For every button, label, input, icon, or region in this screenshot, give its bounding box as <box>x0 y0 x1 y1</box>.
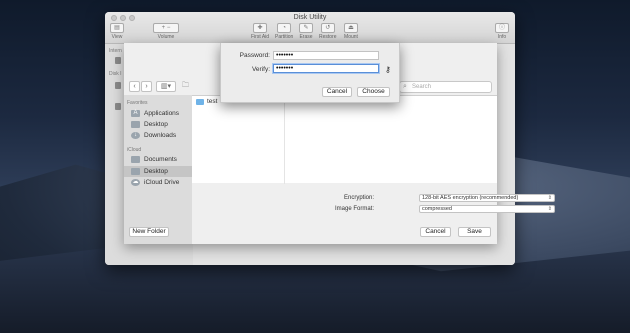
first-aid-button[interactable]: ✚ First Aid <box>251 23 269 40</box>
chevron-updown-icon: ⇕ <box>547 206 552 212</box>
sidebar-item-label: Desktop <box>144 121 168 128</box>
documents-icon <box>131 156 140 163</box>
encryption-value: 128-bit AES encryption (recommended) <box>422 195 519 201</box>
sidebar-item-applications[interactable]: A Applications <box>124 108 192 119</box>
icloud-header: iCloud <box>127 147 142 153</box>
restore-icon: ↺ <box>320 23 335 33</box>
downloads-icon: ↓ <box>131 132 140 139</box>
sidebar-item-label: Downloads <box>144 132 177 139</box>
restore-button[interactable]: ↺ Restore <box>319 23 337 40</box>
info-icon: ⓘ <box>495 23 509 33</box>
sidebar-item-documents[interactable]: Documents <box>124 154 192 165</box>
sidebar-view-icon: ▤ <box>110 23 124 33</box>
save-options: Encryption: 128-bit AES encryption (reco… <box>192 183 555 213</box>
encryption-select[interactable]: 128-bit AES encryption (recommended) ⇕ <box>419 194 555 202</box>
key-icon[interactable]: ⚷ <box>385 65 391 74</box>
info-label: Info <box>497 34 507 40</box>
password-field[interactable]: ••••••• <box>273 51 379 60</box>
file-browser: test <box>192 95 497 184</box>
volume-label: Volume <box>157 34 175 40</box>
sidebar-item-icloud-desktop[interactable]: Desktop <box>124 166 192 177</box>
image-format-label: Image Format: <box>334 206 374 212</box>
erase-button[interactable]: ✎ Erase <box>299 23 313 40</box>
mount-label: Mount <box>344 34 358 40</box>
folder-icon[interactable]: 🗀 <box>180 81 191 92</box>
sidebar-item-desktop[interactable]: Desktop <box>124 119 192 130</box>
disk-image-icon[interactable] <box>115 82 121 89</box>
list-item[interactable]: test <box>196 98 217 105</box>
erase-icon: ✎ <box>299 23 313 33</box>
sidebar-item-downloads[interactable]: ↓ Downloads <box>124 130 192 141</box>
first-aid-label: First Aid <box>251 34 270 40</box>
column-divider[interactable] <box>284 96 285 184</box>
window-titlebar: Disk Utility ▤ View + − Volume ✚ First A… <box>105 12 515 44</box>
mount-button[interactable]: ⏏ Mount <box>344 23 358 40</box>
sidebar-item-label: Desktop <box>144 168 168 175</box>
plus-minus-icon: + − <box>153 23 179 33</box>
forward-button[interactable]: › <box>141 81 152 92</box>
first-aid-icon: ✚ <box>253 23 268 33</box>
password-sheet: Password: ••••••• Verify: ••••••• ⚷ Canc… <box>220 43 400 103</box>
chevron-updown-icon: ⇕ <box>547 195 552 201</box>
applications-icon: A <box>131 110 140 117</box>
desktop-icon <box>131 168 140 175</box>
image-format-select[interactable]: compressed ⇕ <box>419 205 555 213</box>
partition-button[interactable]: ◔ Partition <box>275 23 293 40</box>
file-name: test <box>207 98 218 105</box>
sheet-cancel-button[interactable]: Cancel <box>322 87 352 97</box>
partition-icon: ◔ <box>277 23 292 33</box>
disk-images-header: Disk I <box>109 71 122 77</box>
disk-image-volume-icon[interactable] <box>115 103 121 110</box>
volume-button[interactable]: + − Volume <box>153 23 179 40</box>
encryption-label: Encryption: <box>343 195 374 201</box>
image-format-value: compressed <box>422 206 452 212</box>
window-title: Disk Utility <box>293 14 327 21</box>
folder-icon <box>196 98 204 105</box>
back-button[interactable]: ‹ <box>129 81 140 92</box>
restore-label: Restore <box>319 34 337 40</box>
view-label: View <box>111 34 123 40</box>
view-button[interactable]: ▤ View <box>110 23 124 40</box>
desktop-icon <box>131 121 140 128</box>
info-button[interactable]: ⓘ Info <box>495 23 509 40</box>
favorites-header: Favorites <box>127 100 148 106</box>
choose-button[interactable]: Choose <box>357 87 390 97</box>
cancel-button[interactable]: Cancel <box>420 227 451 237</box>
sidebar-item-label: Applications <box>144 110 180 117</box>
mount-icon: ⏏ <box>344 23 358 33</box>
search-icon: ⌕ <box>403 83 407 90</box>
icloud-drive-icon: ☁ <box>131 179 140 186</box>
search-field[interactable]: ⌕ Search <box>399 81 492 93</box>
new-folder-button[interactable]: New Folder <box>129 227 169 237</box>
password-label: Password: <box>239 52 270 59</box>
search-placeholder: Search <box>412 84 432 90</box>
save-button[interactable]: Save <box>458 227 491 237</box>
erase-label: Erase <box>299 34 313 40</box>
internal-disk-icon[interactable] <box>115 57 121 64</box>
sidebar-item-label: Documents <box>144 156 177 163</box>
verify-field[interactable]: ••••••• <box>273 64 379 73</box>
column-view-button[interactable]: ▥▾ <box>156 81 176 92</box>
finder-sidebar: Favorites A Applications Desktop ↓ Downl… <box>124 95 192 244</box>
internal-header: Intern <box>109 48 122 54</box>
partition-label: Partition <box>275 34 294 40</box>
verify-label: Verify: <box>251 66 270 73</box>
sidebar-item-label: iCloud Drive <box>144 179 180 186</box>
sidebar-item-icloud-drive[interactable]: ☁ iCloud Drive <box>124 177 192 188</box>
